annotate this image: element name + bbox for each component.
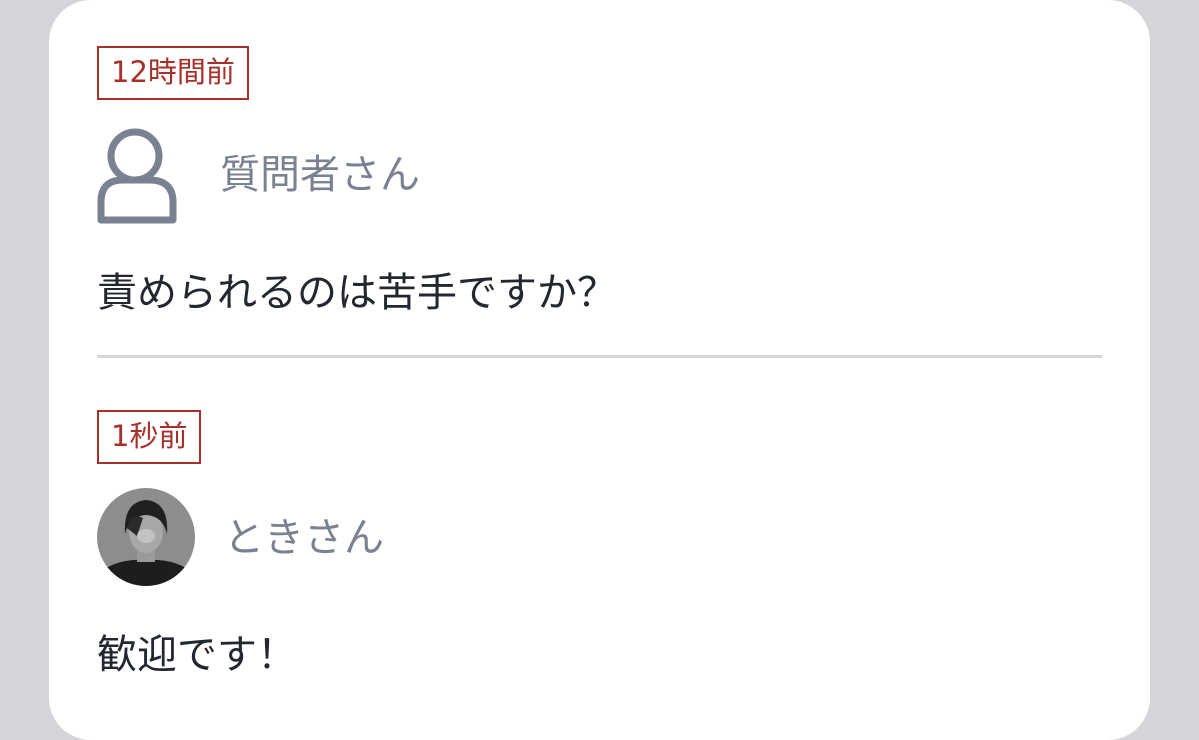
question-text: 責められるのは苦手ですか？ xyxy=(97,270,617,316)
questioner-name: 質問者さん xyxy=(220,152,420,198)
question-time-badge: 12時間前 xyxy=(97,46,249,100)
answer-time-badge: 1秒前 xyxy=(97,410,202,464)
answerer-name: ときさん xyxy=(224,515,384,561)
profile-avatar[interactable] xyxy=(97,488,195,586)
divider xyxy=(97,355,1102,358)
qa-card: 12時間前 質問者さん 責められるのは苦手ですか？ 1秒前 ときさん 歓迎です！ xyxy=(49,0,1150,740)
answer-text: 歓迎です！ xyxy=(97,632,297,678)
person-outline-icon xyxy=(93,124,183,224)
